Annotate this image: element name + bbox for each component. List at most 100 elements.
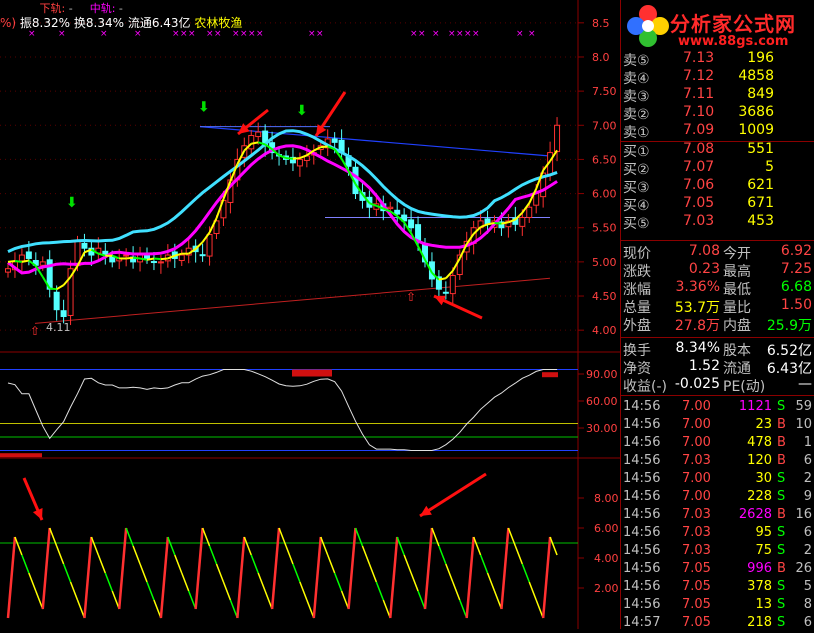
candle-body (199, 254, 206, 257)
indicator2-segment (285, 545, 294, 565)
tick-count: 6 (803, 615, 812, 630)
indicator2-segment (250, 554, 259, 574)
indicator2-segment (327, 554, 336, 574)
indicator2-segment (174, 554, 183, 574)
signal-marker-icon: × (256, 29, 264, 39)
indicator2-segment (410, 572, 419, 592)
tick-side: S (777, 399, 786, 414)
indicator2-segment (312, 536, 322, 619)
candle-body (248, 135, 255, 150)
candle-body (296, 158, 303, 167)
quote-row: 涨跌 0.23 最高 7.25 (620, 261, 814, 280)
indicator2-segment (382, 599, 391, 619)
turnover-text: 换8.34% (73, 16, 124, 30)
trend-ma-segment (139, 257, 148, 261)
tick-side: B (777, 417, 786, 432)
candle-body (5, 268, 11, 273)
indicator2-segment (396, 536, 405, 556)
indicator2-segment (117, 527, 128, 610)
watermark-logo: 分析家公式网 www.88gs.com (620, 0, 814, 52)
book-label: 买③ (623, 179, 650, 196)
buy-signal-arrow-icon: ⬇ (198, 100, 210, 116)
indicator2-segment (459, 599, 468, 619)
signal-marker-icon: × (418, 29, 426, 39)
tick-side: S (777, 579, 786, 594)
quote-row: 总量 53.7万 量比 1.50 (620, 297, 814, 317)
indicator2-segment (264, 590, 273, 610)
tick-time: 14:56 (623, 453, 661, 468)
tick-side: S (777, 543, 786, 558)
candle-body (178, 254, 185, 262)
indicator2-segment (320, 536, 329, 556)
fundamental-row: 换手 8.34% 股本 6.52亿 (620, 340, 814, 359)
book-bottom-separator (620, 240, 814, 241)
book-volume: 1009 (738, 122, 774, 139)
tick-count: 10 (795, 417, 812, 432)
tick-row: 14:56 7.00 478 B 1 (620, 435, 814, 453)
candle-body (60, 310, 67, 318)
tick-side: S (777, 525, 786, 540)
tick-row: 14:56 7.03 95 S 6 (620, 525, 814, 543)
candle-body (150, 261, 157, 264)
bid-row: 买② 7.07 5 (620, 158, 814, 178)
candle-body (519, 216, 526, 227)
y-tick-label: 5.50 (592, 222, 617, 235)
ask-row: 卖② 7.10 3686 (620, 104, 814, 123)
bid-row: 买③ 7.06 621 (620, 177, 814, 196)
candle-body (442, 291, 449, 294)
tick-time: 14:56 (623, 435, 661, 450)
indicator2-segment (521, 563, 530, 583)
tick-row: 14:56 7.03 75 S 2 (620, 543, 814, 561)
tick-side: B (777, 561, 786, 576)
kline-chart-svg[interactable]: 8.5 8.0 7.50 7.00 6.50 6.00 5.50 5.00 4.50 4.00 4.… (0, 0, 620, 629)
ask-row: 卖③ 7.11 849 (620, 86, 814, 105)
quote-value: 3.36% (675, 279, 720, 296)
overbought-bar (542, 372, 558, 378)
indicator2-segment (375, 581, 384, 601)
indicator1-line (7, 369, 558, 451)
logo-url: www.88gs.com (678, 34, 789, 49)
indicator2-segment (194, 527, 204, 610)
logo-title: 分析家公式网 (670, 12, 796, 36)
indicator2-segment (167, 536, 176, 556)
quote-row: 涨幅 3.36% 最低 6.68 (620, 279, 814, 298)
amplitude-text: 振8.32% (19, 16, 71, 30)
indicator2-segment (188, 590, 197, 610)
indicator2-segment (465, 536, 475, 619)
signal-marker-icon: × (464, 29, 472, 39)
tick-volume: 23 (755, 417, 772, 432)
y-tick-label: 2.00 (594, 582, 619, 595)
indicator2-segment (132, 545, 141, 565)
tick-row: 14:56 7.00 228 S 9 (620, 489, 814, 507)
indicator2-segment (181, 572, 190, 592)
quote-row: 外盘 27.8万 内盘 25.9万 (620, 315, 814, 334)
quote-label: 换手 (623, 343, 651, 359)
book-volume: 5 (765, 158, 774, 175)
trend-ma-segment (133, 256, 141, 260)
candle-body (394, 209, 401, 215)
book-volume: 849 (747, 86, 774, 103)
trend-ma-segment (194, 241, 204, 250)
indicator2-segment (243, 536, 252, 556)
ask-row: 卖⑤ 7.13 196 (620, 50, 814, 69)
tick-volume: 13 (755, 597, 772, 612)
tick-count: 9 (803, 489, 812, 504)
tick-row: 14:57 7.05 218 S 6 (620, 615, 814, 633)
indicator2-segment (333, 572, 343, 592)
indicator2-segment (257, 572, 266, 592)
quote-value: 7.08 (688, 243, 720, 259)
signal-marker-icon: × (308, 29, 316, 39)
indicator2-segment (236, 536, 246, 619)
bid-row: 买⑤ 7.03 453 (620, 213, 814, 232)
y-tick-label: 30.00 (586, 422, 618, 435)
indicator2-segment (146, 581, 155, 601)
book-volume: 551 (747, 140, 774, 157)
quote-label: 总量 (623, 300, 651, 317)
signal-marker-icon: × (456, 29, 464, 39)
tick-row: 14:56 7.00 1121 S 59 (620, 399, 814, 417)
indicator2-segment (104, 572, 113, 592)
buy-signal-arrow-icon: ⬇ (66, 195, 78, 211)
quote-panel: 分析家公式网 www.88gs.com 卖⑤ 7.13 196 卖④ 7.12 4858 卖… (620, 0, 814, 630)
trend-ma-segment (487, 221, 495, 226)
kline-chart-area[interactable]: 8.5 8.0 7.50 7.00 6.50 6.00 5.50 5.00 4.50 4.00 4.… (0, 0, 620, 629)
